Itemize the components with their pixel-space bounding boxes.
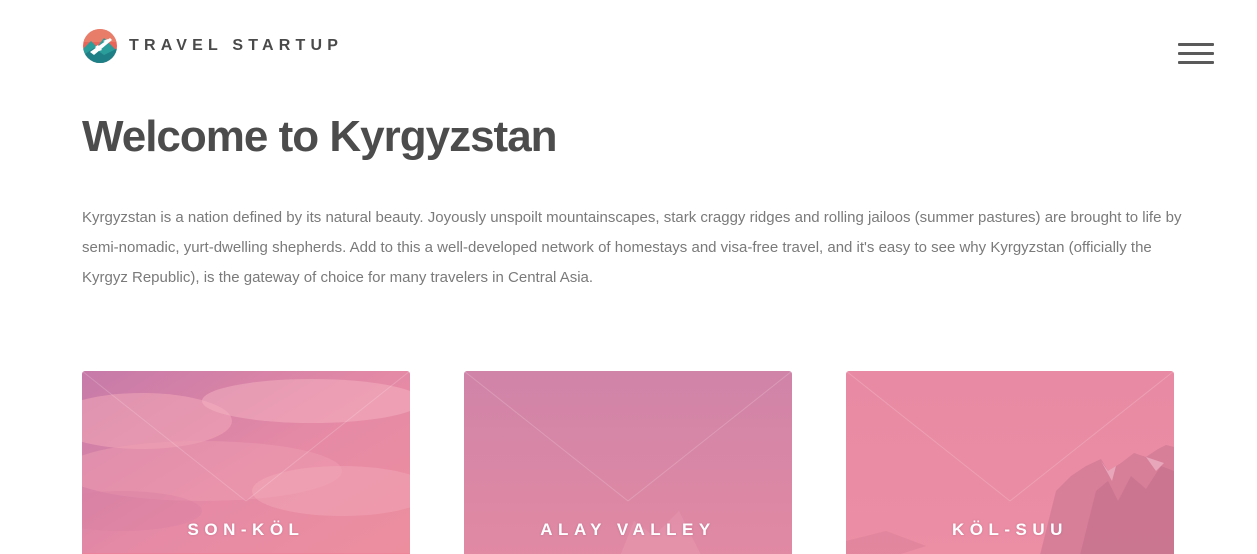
airplane-globe-icon [83,29,117,63]
page: TRAVEL STARTUP Welcome to Kyrgyzstan Kyr… [0,0,1257,554]
menu-button[interactable] [1178,43,1214,65]
page-title: Welcome to Kyrgyzstan [82,112,558,161]
card-title: SON-KÖL [187,520,305,539]
card-title: ALAY VALLEY [540,520,716,539]
destination-card-kol-suu[interactable]: KÖL-SUU [846,371,1174,554]
destination-card-alay-valley[interactable]: ALAY VALLEY [464,371,792,554]
brand-name: TRAVEL STARTUP [129,37,344,54]
destination-card-son-kol[interactable]: SON-KÖL [82,371,410,554]
card-title: KÖL-SUU [952,520,1068,539]
brand-logo[interactable]: TRAVEL STARTUP [82,28,343,64]
intro-paragraph: Kyrgyzstan is a nation defined by its na… [82,209,1182,286]
